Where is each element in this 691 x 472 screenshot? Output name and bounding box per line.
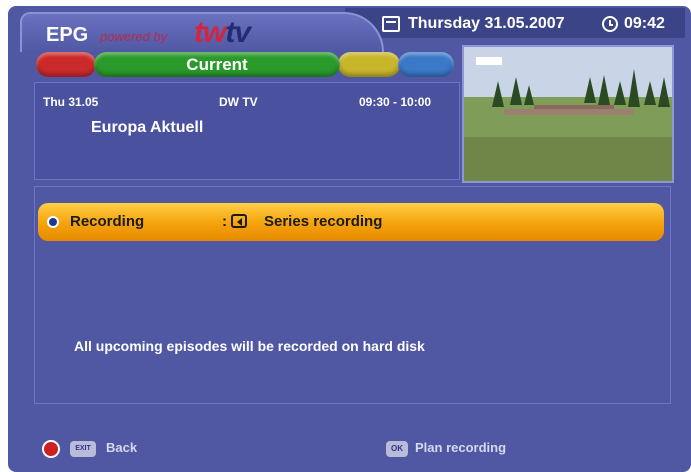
date-text: Thursday 31.05.2007 (408, 15, 565, 32)
plan-recording-button[interactable]: Plan recording (415, 440, 506, 455)
yellow-button[interactable] (338, 52, 400, 77)
epg-title: EPG (46, 24, 89, 46)
ok-key-icon: OK (386, 441, 408, 457)
program-info-panel: Thu 31.05 DW TV 09:30 - 10:00 Europa Akt… (34, 82, 460, 180)
twtv-logo: twtv (194, 16, 251, 49)
blue-button[interactable] (398, 52, 454, 77)
video-preview (462, 45, 674, 183)
arrow-left-icon[interactable] (231, 214, 247, 228)
program-title: Europa Aktuell (91, 119, 204, 136)
logo-part-tw: tw (194, 16, 226, 49)
recording-description: All upcoming episodes will be recorded o… (74, 338, 425, 354)
powered-by-text: powered by (100, 29, 168, 44)
green-button-current[interactable]: Current (94, 52, 340, 77)
program-date: Thu 31.05 (43, 95, 99, 109)
recording-value[interactable]: Series recording (264, 213, 382, 230)
recording-separator: : (222, 213, 227, 230)
program-time-slot: 09:30 - 10:00 (359, 95, 432, 109)
clock-icon (602, 16, 618, 32)
time-display: 09:42 (602, 13, 665, 35)
radio-dot-icon (47, 216, 59, 228)
red-key-icon (42, 440, 60, 458)
calendar-icon (382, 16, 400, 32)
program-channel: DW TV (219, 95, 258, 109)
back-button[interactable]: Back (106, 440, 137, 455)
preview-scene-image (464, 47, 672, 181)
red-button[interactable] (36, 52, 96, 77)
exit-key-icon: EXIT (70, 441, 96, 457)
recording-label: Recording (70, 213, 145, 230)
logo-part-tv: tv (225, 16, 251, 49)
date-display: Thursday 31.05.2007 (382, 13, 565, 35)
time-text: 09:42 (624, 15, 665, 32)
